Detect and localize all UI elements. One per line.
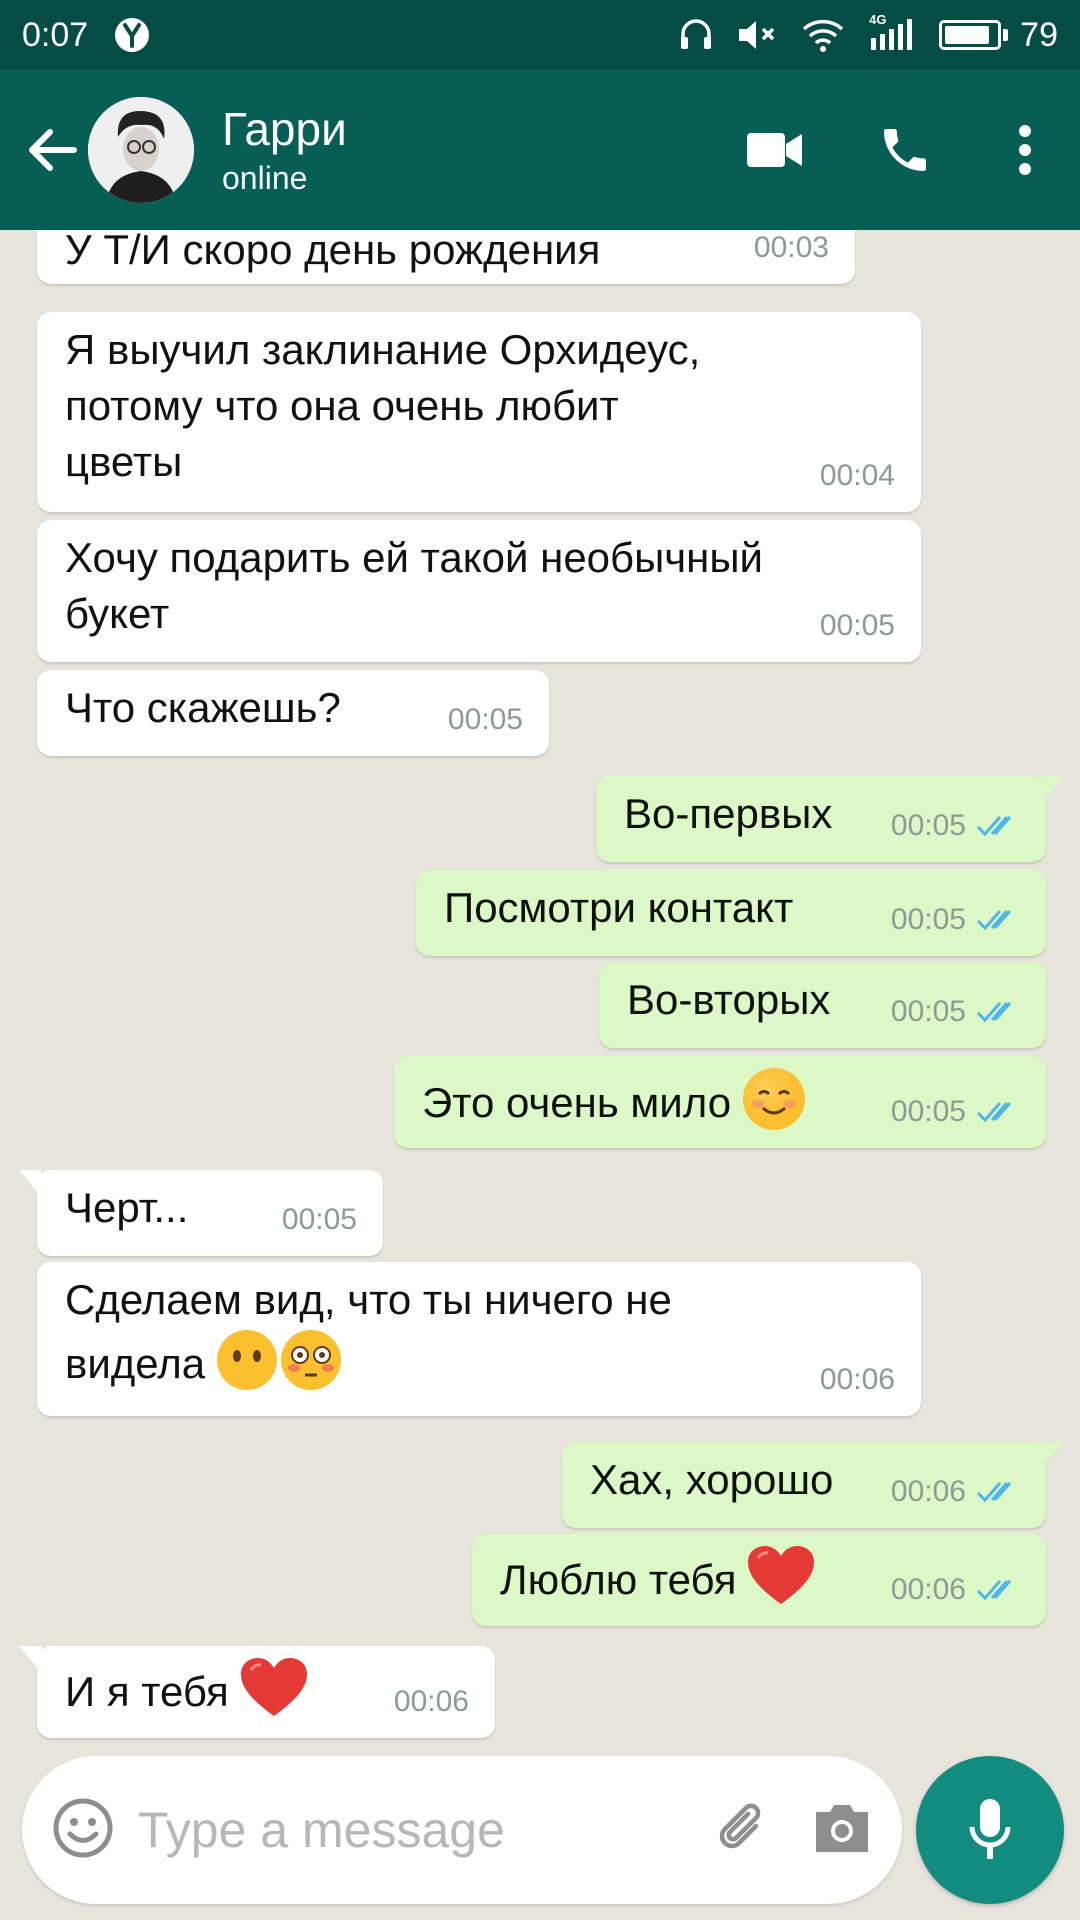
network-type: 4G <box>869 12 887 27</box>
message-time: 00:05 <box>890 809 966 842</box>
message-time: 00:05 <box>447 703 523 736</box>
message-time: 00:05 <box>890 995 966 1028</box>
voice-call-button[interactable] <box>840 90 970 210</box>
message-time: 00:06 <box>890 1573 966 1606</box>
message-bubble-incoming[interactable]: Сделаем вид, что ты ничего не видела 00:… <box>37 1262 921 1416</box>
voice-record-button[interactable] <box>916 1756 1064 1904</box>
message-text: И я тебя <box>65 1668 229 1716</box>
video-camera-icon <box>747 133 802 167</box>
message-bubble-incoming[interactable]: У Т/И скоро день рождения 00:03 <box>37 230 855 284</box>
status-bar: 0:07 4G 79 <box>0 0 1080 70</box>
message-time: 00:04 <box>819 459 895 492</box>
message-time: 00:06 <box>819 1363 895 1396</box>
double-check-icon <box>976 1102 1012 1123</box>
message-text: Сделаем вид, что ты ничего не видела <box>65 1276 672 1388</box>
contact-status: online <box>222 160 308 196</box>
camera-button[interactable] <box>812 1800 872 1861</box>
message-text: Я выучил заклинание Орхидеус, потому что… <box>65 326 701 485</box>
wifi-icon <box>801 18 845 52</box>
phone-icon <box>884 129 926 171</box>
double-check-icon <box>976 816 1012 837</box>
attach-button[interactable] <box>712 1798 772 1863</box>
contact-name: Гарри <box>222 103 347 155</box>
message-composer <box>22 1756 902 1904</box>
message-bubble-outgoing[interactable]: Люблю тебя 00:06 <box>472 1534 1046 1626</box>
emoji-button[interactable] <box>52 1797 114 1864</box>
paperclip-icon <box>719 1803 761 1848</box>
message-bubble-incoming[interactable]: Я выучил заклинание Орхидеус, потому что… <box>37 312 921 512</box>
message-time: 00:05 <box>890 903 966 936</box>
back-button[interactable] <box>16 100 88 200</box>
message-list[interactable]: У Т/И скоро день рождения 00:03 Я выучил… <box>0 230 1080 1750</box>
message-time: 00:05 <box>281 1203 357 1236</box>
message-text: У Т/И скоро день рождения <box>65 230 601 273</box>
video-call-button[interactable] <box>710 90 840 210</box>
message-time: 00:06 <box>393 1685 469 1718</box>
double-check-icon <box>976 910 1012 931</box>
message-bubble-incoming[interactable]: И я тебя 00:06 <box>19 1646 495 1738</box>
message-time: 00:05 <box>819 609 895 642</box>
message-time: 00:03 <box>753 231 829 264</box>
message-time: 00:05 <box>890 1095 966 1128</box>
message-bubble-outgoing[interactable]: Во-вторых 00:05 <box>599 962 1046 1048</box>
back-arrow-icon <box>29 129 77 171</box>
face-without-mouth-emoji <box>215 1328 279 1406</box>
double-check-icon <box>976 1580 1012 1601</box>
smiley-icon <box>53 1798 113 1857</box>
message-bubble-outgoing[interactable]: Это очень мило 00:05 <box>394 1056 1046 1148</box>
chat-header: Гарри online <box>0 70 1080 230</box>
contact-info[interactable]: Гарри online <box>222 101 347 199</box>
message-bubble-outgoing[interactable]: Хах, хорошо 00:06 <box>562 1442 1064 1528</box>
battery-icon: 79 <box>939 16 1058 55</box>
y-browser-icon <box>114 17 150 53</box>
message-text: Это очень мило <box>422 1079 732 1127</box>
status-time: 0:07 <box>22 15 89 54</box>
flushed-face-emoji <box>279 1328 343 1406</box>
signal-icon: 4G <box>869 12 915 52</box>
smiling-face-emoji <box>741 1066 807 1146</box>
message-bubble-incoming[interactable]: Что скажешь? 00:05 <box>37 670 549 756</box>
red-heart-emoji <box>239 1656 309 1734</box>
headphones-icon <box>679 17 713 53</box>
message-text: Хочу подарить ей такой необычный букет <box>65 534 764 637</box>
red-heart-emoji <box>746 1544 816 1622</box>
double-check-icon <box>976 1482 1012 1503</box>
double-check-icon <box>976 1002 1012 1023</box>
message-text: Люблю тебя <box>500 1556 737 1604</box>
message-bubble-incoming[interactable]: Черт... 00:05 <box>19 1170 383 1256</box>
message-input[interactable] <box>138 1801 658 1859</box>
avatar[interactable] <box>88 97 194 203</box>
microphone-icon <box>969 1799 1011 1859</box>
more-options-button[interactable] <box>970 90 1080 210</box>
message-time: 00:06 <box>890 1475 966 1508</box>
battery-level: 79 <box>1020 15 1058 54</box>
mute-icon <box>737 18 777 52</box>
message-bubble-incoming[interactable]: Хочу подарить ей такой необычный букет 0… <box>37 520 921 662</box>
more-vertical-icon <box>1019 125 1031 175</box>
message-bubble-outgoing[interactable]: Посмотри контакт 00:05 <box>416 870 1046 956</box>
camera-icon <box>816 1804 868 1852</box>
message-bubble-outgoing[interactable]: Во-первых 00:05 <box>596 776 1064 862</box>
